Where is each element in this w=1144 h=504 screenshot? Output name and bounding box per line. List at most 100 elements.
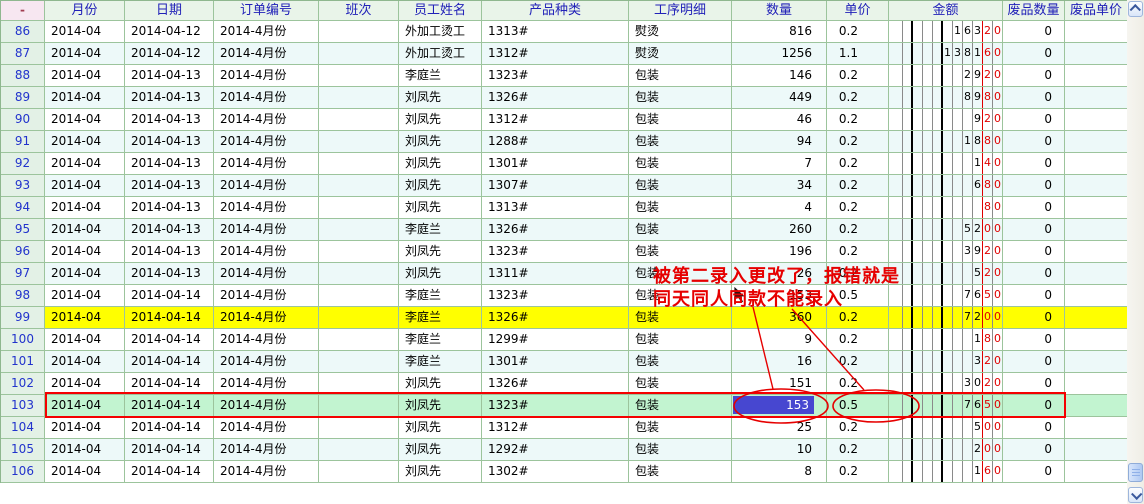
cell-product[interactable]: 1311# bbox=[482, 263, 629, 285]
cell-amount[interactable]: 5200 bbox=[889, 219, 1003, 241]
cell-scrap-price[interactable] bbox=[1065, 351, 1128, 373]
cell-qty[interactable]: 7 bbox=[732, 153, 827, 175]
cell-amount[interactable]: 180 bbox=[889, 329, 1003, 351]
cell-process[interactable]: 包装 bbox=[629, 307, 732, 329]
cell-shift[interactable] bbox=[319, 329, 399, 351]
cell-qty[interactable]: 1256 bbox=[732, 43, 827, 65]
cell-scrap-qty[interactable]: 0 bbox=[1003, 43, 1065, 65]
row-number[interactable]: 101 bbox=[1, 351, 45, 373]
cell-scrap-qty[interactable]: 0 bbox=[1003, 241, 1065, 263]
row-number[interactable]: 105 bbox=[1, 439, 45, 461]
cell-price[interactable]: 0.2 bbox=[827, 21, 889, 43]
cell-price[interactable]: 0.2 bbox=[827, 263, 889, 285]
cell-month[interactable]: 2014-04 bbox=[45, 175, 125, 197]
cell-price[interactable]: 0.2 bbox=[827, 373, 889, 395]
row-number[interactable]: 87 bbox=[1, 43, 45, 65]
cell-scrap-price[interactable] bbox=[1065, 153, 1128, 175]
cell-order[interactable]: 2014-4月份 bbox=[214, 395, 319, 417]
cell-order[interactable]: 2014-4月份 bbox=[214, 307, 319, 329]
cell-scrap-price[interactable] bbox=[1065, 87, 1128, 109]
cell-order[interactable]: 2014-4月份 bbox=[214, 197, 319, 219]
cell-scrap-price[interactable] bbox=[1065, 241, 1128, 263]
cell-order[interactable]: 2014-4月份 bbox=[214, 21, 319, 43]
cell-process[interactable]: 包装 bbox=[629, 395, 732, 417]
cell-amount[interactable]: 3020 bbox=[889, 373, 1003, 395]
cell-qty[interactable]: 449 bbox=[732, 87, 827, 109]
cell-month[interactable]: 2014-04 bbox=[45, 263, 125, 285]
cell-scrap-price[interactable] bbox=[1065, 263, 1128, 285]
cell-amount[interactable]: 680 bbox=[889, 175, 1003, 197]
cell-date[interactable]: 2014-04-13 bbox=[125, 131, 214, 153]
cell-scrap-qty[interactable]: 0 bbox=[1003, 153, 1065, 175]
cell-amount[interactable]: 140 bbox=[889, 153, 1003, 175]
cell-process[interactable]: 包装 bbox=[629, 461, 732, 483]
cell-process[interactable]: 包装 bbox=[629, 175, 732, 197]
cell-employee[interactable]: 外加工烫工 bbox=[399, 21, 482, 43]
cell-process[interactable]: 包装 bbox=[629, 439, 732, 461]
cell-month[interactable]: 2014-04 bbox=[45, 153, 125, 175]
cell-date[interactable]: 2014-04-13 bbox=[125, 241, 214, 263]
cell-process[interactable]: 包装 bbox=[629, 263, 732, 285]
cell-scrap-price[interactable] bbox=[1065, 395, 1128, 417]
cell-qty[interactable]: 260 bbox=[732, 219, 827, 241]
cell-process[interactable]: 包装 bbox=[629, 153, 732, 175]
cell-order[interactable]: 2014-4月份 bbox=[214, 241, 319, 263]
cell-date[interactable]: 2014-04-14 bbox=[125, 307, 214, 329]
cell-price[interactable]: 0.2 bbox=[827, 153, 889, 175]
scroll-up-button[interactable] bbox=[1128, 1, 1143, 17]
cell-qty[interactable]: 34 bbox=[732, 175, 827, 197]
cell-product[interactable]: 1292# bbox=[482, 439, 629, 461]
cell-month[interactable]: 2014-04 bbox=[45, 21, 125, 43]
cell-employee[interactable]: 刘凤先 bbox=[399, 263, 482, 285]
cell-qty[interactable]: 10 bbox=[732, 439, 827, 461]
cell-price[interactable]: 0.2 bbox=[827, 417, 889, 439]
cell-employee[interactable]: 李庭兰 bbox=[399, 329, 482, 351]
row-number[interactable]: 106 bbox=[1, 461, 45, 483]
cell-amount[interactable]: 160 bbox=[889, 461, 1003, 483]
cell-shift[interactable] bbox=[319, 131, 399, 153]
cell-scrap-qty[interactable]: 0 bbox=[1003, 439, 1065, 461]
cell-date[interactable]: 2014-04-14 bbox=[125, 329, 214, 351]
cell-shift[interactable] bbox=[319, 65, 399, 87]
cell-scrap-qty[interactable]: 0 bbox=[1003, 373, 1065, 395]
cell-order[interactable]: 2014-4月份 bbox=[214, 373, 319, 395]
cell-shift[interactable] bbox=[319, 439, 399, 461]
cell-product[interactable]: 1312# bbox=[482, 417, 629, 439]
cell-product[interactable]: 1302# bbox=[482, 461, 629, 483]
cell-scrap-qty[interactable]: 0 bbox=[1003, 417, 1065, 439]
cell-scrap-qty[interactable]: 0 bbox=[1003, 131, 1065, 153]
cell-product[interactable]: 1323# bbox=[482, 241, 629, 263]
cell-date[interactable]: 2014-04-14 bbox=[125, 373, 214, 395]
cell-scrap-price[interactable] bbox=[1065, 131, 1128, 153]
cell-scrap-qty[interactable]: 0 bbox=[1003, 395, 1065, 417]
cell-employee[interactable]: 刘凤先 bbox=[399, 109, 482, 131]
cell-month[interactable]: 2014-04 bbox=[45, 373, 125, 395]
cell-shift[interactable] bbox=[319, 351, 399, 373]
cell-product[interactable]: 1301# bbox=[482, 351, 629, 373]
cell-shift[interactable] bbox=[319, 109, 399, 131]
row-number[interactable]: 90 bbox=[1, 109, 45, 131]
cell-scrap-qty[interactable]: 0 bbox=[1003, 175, 1065, 197]
cell-scrap-price[interactable] bbox=[1065, 373, 1128, 395]
cell-shift[interactable] bbox=[319, 461, 399, 483]
cell-date[interactable]: 2014-04-13 bbox=[125, 263, 214, 285]
row-number[interactable]: 94 bbox=[1, 197, 45, 219]
cell-month[interactable]: 2014-04 bbox=[45, 109, 125, 131]
cell-scrap-price[interactable] bbox=[1065, 285, 1128, 307]
cell-qty[interactable]: 16 bbox=[732, 351, 827, 373]
cell-price[interactable]: 0.2 bbox=[827, 175, 889, 197]
cell-qty[interactable]: 8 bbox=[732, 461, 827, 483]
cell-scrap-qty[interactable]: 0 bbox=[1003, 87, 1065, 109]
cell-amount[interactable]: 8980 bbox=[889, 87, 1003, 109]
cell-order[interactable]: 2014-4月份 bbox=[214, 439, 319, 461]
col-header-date[interactable]: 日期 bbox=[125, 1, 214, 21]
cell-product[interactable]: 1323# bbox=[482, 65, 629, 87]
cell-date[interactable]: 2014-04-12 bbox=[125, 43, 214, 65]
cell-date[interactable]: 2014-04-14 bbox=[125, 395, 214, 417]
cell-product[interactable]: 1326# bbox=[482, 307, 629, 329]
cell-qty[interactable]: 816 bbox=[732, 21, 827, 43]
cell-order[interactable]: 2014-4月份 bbox=[214, 43, 319, 65]
cell-scrap-price[interactable] bbox=[1065, 175, 1128, 197]
cell-scrap-price[interactable] bbox=[1065, 219, 1128, 241]
row-number[interactable]: 98 bbox=[1, 285, 45, 307]
